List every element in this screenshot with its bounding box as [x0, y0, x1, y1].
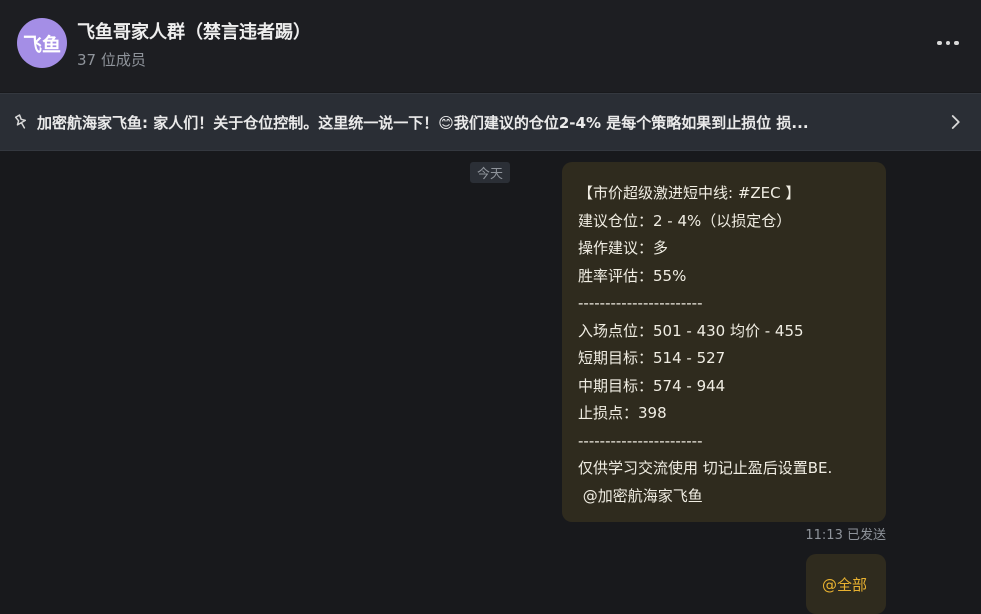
member-count[interactable]: 37 位成员 [77, 49, 146, 70]
message-bubble[interactable]: 【市价超级激进短中线: #ZEC 】 建议仓位：2 - 4%（以损定仓） 操作建… [562, 162, 886, 522]
mention-all[interactable]: @全部 [822, 574, 867, 595]
chevron-right-icon[interactable] [946, 113, 964, 131]
message-meta: 11:13 已发送 [770, 524, 886, 543]
more-dot [937, 40, 942, 46]
more-dot [954, 40, 959, 46]
pinned-message-bar[interactable]: 加密航海家飞鱼: 家人们！关于仓位控制。这里统一说一下！😊我们建议的仓位2-4%… [0, 93, 981, 151]
pinned-message-text: 加密航海家飞鱼: 家人们！关于仓位控制。这里统一说一下！😊我们建议的仓位2-4%… [37, 114, 809, 132]
message-status: 已发送 [846, 528, 886, 543]
date-separator: 今天 [470, 162, 510, 183]
chat-header: 飞鱼 飞鱼哥家人群（禁言违者踢） 37 位成员 [0, 0, 981, 92]
group-avatar[interactable]: 飞鱼 [17, 18, 67, 68]
pin-icon [14, 114, 27, 129]
more-dot [945, 40, 951, 46]
more-horizontal-icon[interactable] [928, 26, 968, 60]
group-title[interactable]: 飞鱼哥家人群（禁言违者踢） [77, 18, 311, 44]
message-time: 11:13 [805, 528, 843, 543]
message-bubble[interactable]: @全部 [806, 554, 886, 614]
message-text: 【市价超级激进短中线: #ZEC 】 建议仓位：2 - 4%（以损定仓） 操作建… [578, 184, 833, 505]
